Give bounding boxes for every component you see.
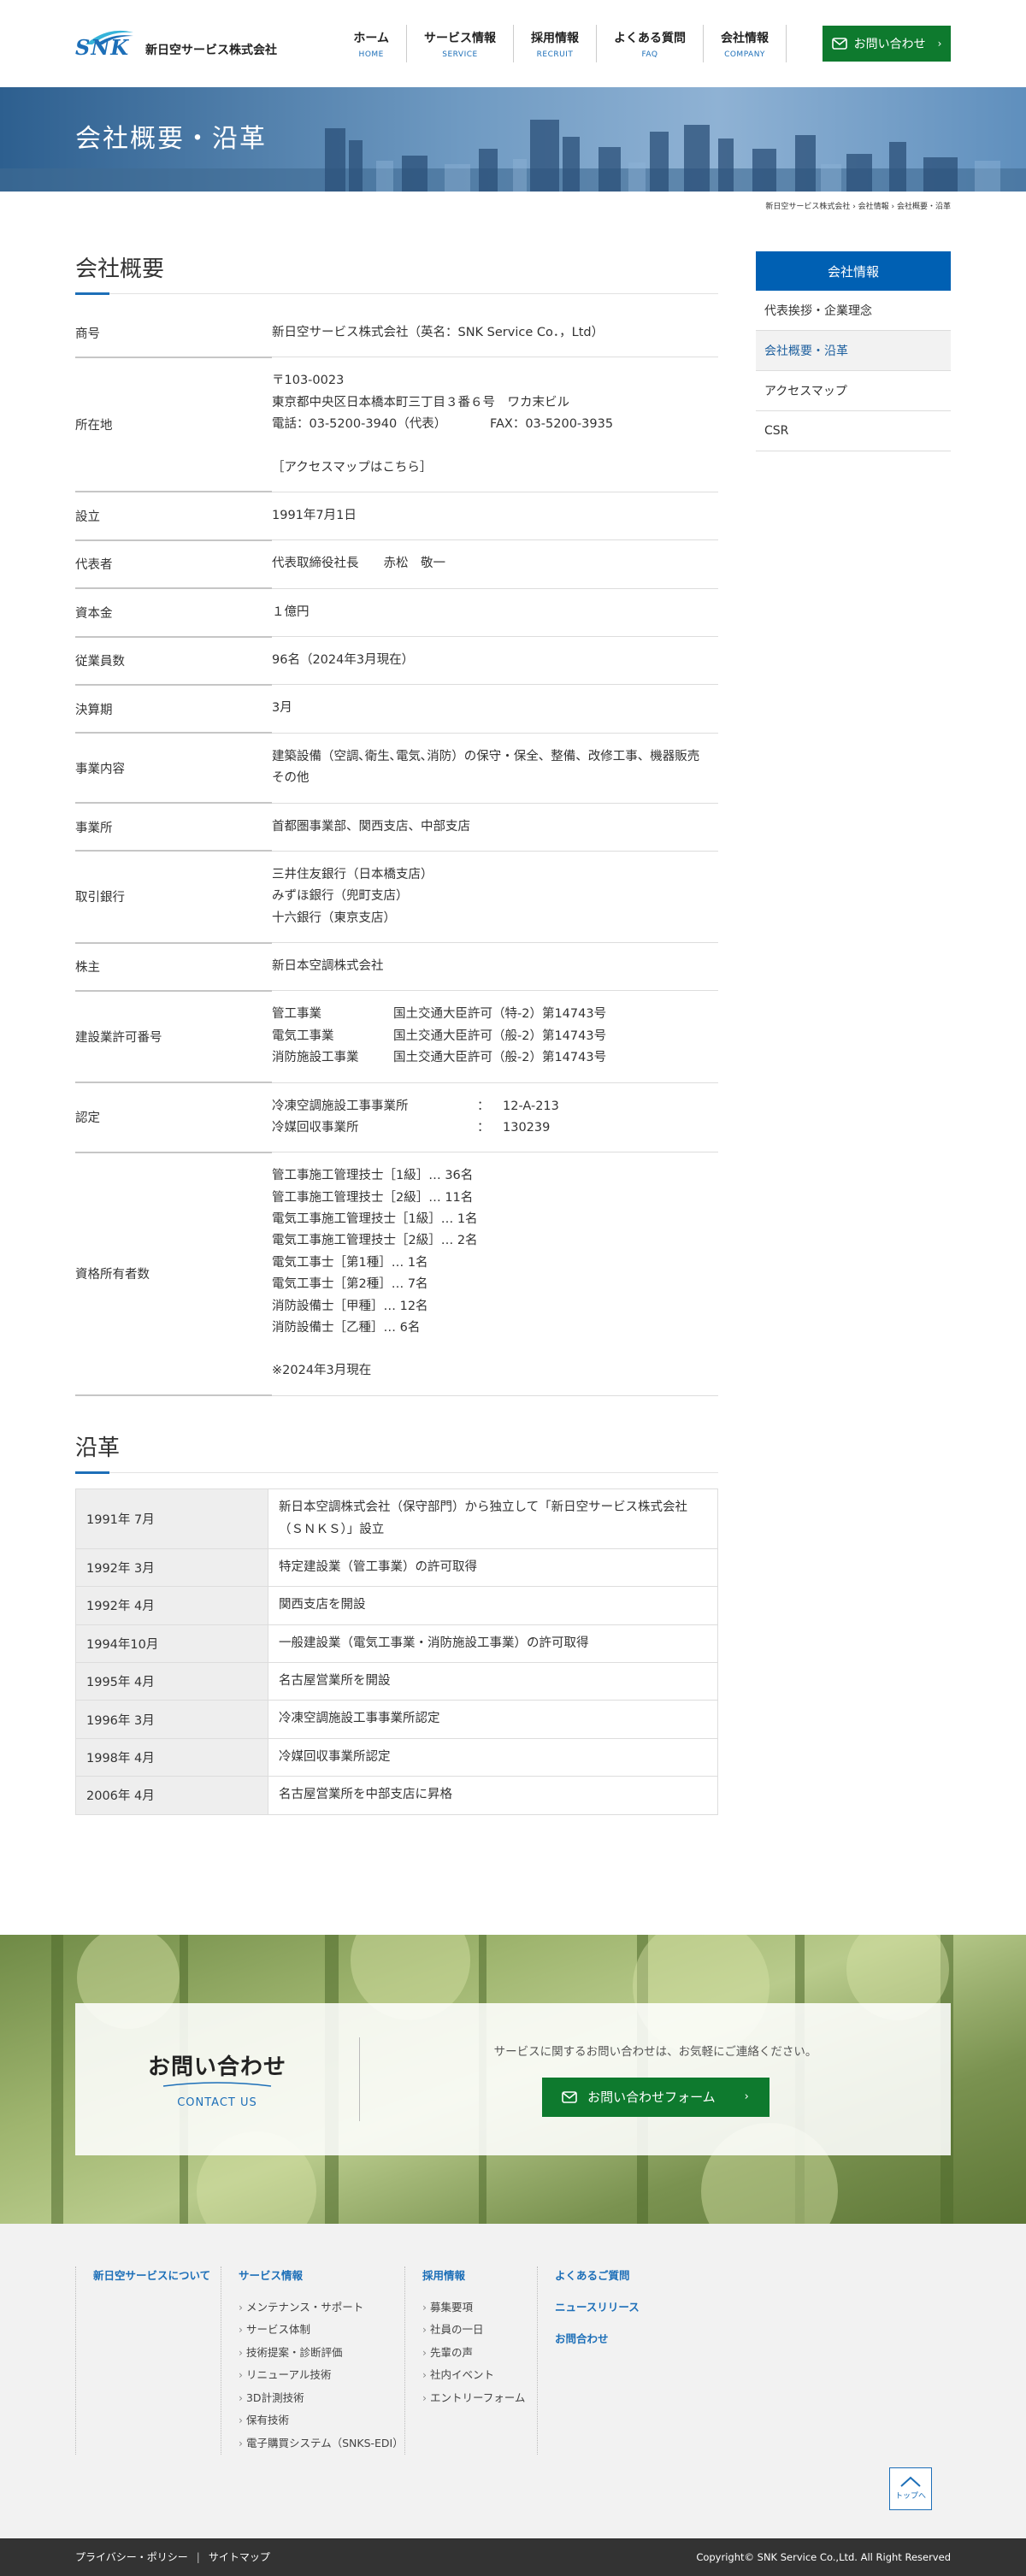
- footer-link[interactable]: 電子購買システム（SNKS-EDI）: [239, 2432, 404, 2455]
- address: 東京都中央区日本橋本町三丁目３番６号 ワカ末ビル: [272, 395, 569, 410]
- contact-form-label: お問い合わせフォーム: [587, 2090, 716, 2105]
- sitemap-link[interactable]: サイトマップ: [209, 2549, 270, 2564]
- contact-form-button[interactable]: お問い合わせフォーム ›: [541, 2077, 770, 2117]
- page-title: 会社概要・沿革: [75, 124, 267, 154]
- table-row: 1996年 3月 冷凍空調施設工事事業所認定: [75, 1700, 718, 1739]
- chevron-right-icon: ›: [937, 38, 942, 50]
- sidebar-item-profile[interactable]: 会社概要・沿革: [756, 331, 951, 371]
- page-top-button[interactable]: トップへ: [889, 2467, 932, 2510]
- contact-title: お問い合わせ: [147, 2054, 286, 2080]
- mail-icon: [562, 2090, 577, 2103]
- history-table: 1991年 7月 新日本空調株式会社（保守部門）から独立して「新日空サービス株式会…: [75, 1488, 718, 1815]
- main-content: 会社概要 商号 新日空サービス株式会社（英名：SNK Service Co．，L…: [75, 251, 718, 1815]
- table-row: 1995年 4月 名古屋営業所を開設: [75, 1661, 718, 1701]
- contact-lead: サービスに関するお問い合わせは、お気軽にご連絡ください。: [493, 2044, 817, 2059]
- footer-nav: 新日空サービスについて サービス情報 メンテナンス・サポート サービス体制 技術…: [75, 2224, 951, 2455]
- postal-code: 〒103-0023: [272, 374, 345, 388]
- contact-box: お問い合わせ CONTACT US サービスに関するお問い合わせは、お気軽にご連…: [75, 2002, 951, 2155]
- chevron-up-icon: [900, 2476, 921, 2487]
- table-row: 建設業許可番号 管工事業 国土交通大臣許可（特-2）第14743号 電気工事業 国土…: [75, 990, 718, 1084]
- footer-bottom-bar: プライバシー・ポリシー | サイトマップ Copyright© SNK Serv…: [0, 2538, 1026, 2576]
- footer-link[interactable]: 先輩の声: [422, 2342, 537, 2365]
- table-row: 資格所有者数 管工事施工管理技士［1級］… 36名 管工事施工管理技士［2級］……: [75, 1152, 718, 1397]
- breadcrumb[interactable]: 新日空サービス株式会社 › 会社情報 › 会社概要・沿革: [75, 192, 951, 215]
- copyright: Copyright© SNK Service Co.,Ltd. All Righ…: [696, 2550, 951, 2563]
- header-contact-button[interactable]: お問い合わせ ›: [823, 26, 951, 62]
- nav-faq[interactable]: よくある質問 FAQ: [597, 25, 704, 62]
- table-row: 所在地 〒103-0023 東京都中央区日本橋本町三丁目３番６号 ワカ末ビル 電…: [75, 357, 718, 493]
- qualification-note: ※2024年3月現在: [272, 1364, 372, 1378]
- table-row: 設立 1991年7月1日: [75, 492, 718, 541]
- table-row: 事業所 首都圏事業部、関西支店、中部支店: [75, 803, 718, 852]
- footer-link[interactable]: 保有技術: [239, 2409, 404, 2432]
- table-row: 商号 新日空サービス株式会社（英名：SNK Service Co．，Ltd）: [75, 309, 718, 358]
- footer-link[interactable]: 3D計測技術: [239, 2387, 404, 2410]
- profile-heading: 会社概要: [75, 251, 718, 295]
- page-hero: 会社概要・沿革: [0, 87, 1026, 192]
- sidebar-item-greeting[interactable]: 代表挨拶・企業理念: [756, 291, 951, 331]
- sidebar-item-csr[interactable]: CSR: [756, 411, 951, 451]
- footer-link-news[interactable]: ニュースリリース: [555, 2298, 648, 2316]
- footer-link-service[interactable]: サービス情報: [239, 2267, 404, 2284]
- history-heading: 沿革: [75, 1430, 718, 1475]
- table-row: 1992年 4月 関西支店を開設: [75, 1586, 718, 1625]
- wave-icon: [162, 2081, 272, 2087]
- logo-text: SNK: [75, 35, 130, 60]
- privacy-policy-link[interactable]: プライバシー・ポリシー: [75, 2549, 188, 2564]
- table-row: 決算期 3月: [75, 684, 718, 734]
- sidebar: 会社情報 代表挨拶・企業理念 会社概要・沿革 アクセスマップ CSR: [756, 251, 951, 1815]
- table-row: 資本金 １億円: [75, 588, 718, 638]
- table-row: 事業内容 建築設備（空調､衛生､電気､消防）の保守・保全、整備、改修工事、機器販…: [75, 733, 718, 804]
- footer-link-recruit[interactable]: 採用情報: [422, 2267, 537, 2284]
- table-row: 代表者 代表取締役社長 赤松 敬一: [75, 539, 718, 590]
- chevron-right-icon: ›: [744, 2090, 749, 2103]
- phone-number: 電話：03-5200-3940（代表）: [272, 417, 440, 432]
- footer-link-contact[interactable]: お問合わせ: [555, 2330, 648, 2348]
- nav-recruit[interactable]: 採用情報 RECRUIT: [514, 25, 597, 62]
- footer-link[interactable]: 社内イベント: [422, 2364, 537, 2387]
- footer-link[interactable]: サービス体制: [239, 2319, 404, 2342]
- footer-link[interactable]: リニューアル技術: [239, 2364, 404, 2387]
- site-footer: 新日空サービスについて サービス情報 メンテナンス・サポート サービス体制 技術…: [0, 2223, 1026, 2538]
- table-row: 1992年 3月 特定建設業（管工事業）の許可取得: [75, 1547, 718, 1588]
- link-separator: |: [196, 2550, 200, 2563]
- table-row: 株主 新日本空調株式会社: [75, 942, 718, 992]
- contact-section: お問い合わせ CONTACT US サービスに関するお問い合わせは、お気軽にご連…: [0, 1934, 1026, 2224]
- footer-link[interactable]: エントリーフォーム: [422, 2387, 537, 2410]
- footer-link[interactable]: メンテナンス・サポート: [239, 2296, 404, 2320]
- company-profile-table: 商号 新日空サービス株式会社（英名：SNK Service Co．，Ltd） 所…: [75, 309, 718, 1397]
- sidebar-title[interactable]: 会社情報: [756, 251, 951, 291]
- table-row: 認定 冷凍空調施設工事事業所： 12-A-213 冷媒回収事業所： 130239: [75, 1082, 718, 1153]
- nav-company[interactable]: 会社情報 COMPANY: [704, 25, 787, 62]
- footer-link-about[interactable]: 新日空サービスについて: [93, 2267, 221, 2284]
- nav-home[interactable]: ホーム HOME: [336, 25, 407, 62]
- footer-link[interactable]: 技術提案・診断評価: [239, 2342, 404, 2365]
- page-top-label: トップへ: [894, 2492, 926, 2501]
- footer-link[interactable]: 社員の一日: [422, 2319, 537, 2342]
- table-row: 1991年 7月 新日本空調株式会社（保守部門）から独立して「新日空サービス株式会…: [75, 1488, 718, 1549]
- fax-number: FAX：03-5200-3935: [489, 417, 614, 432]
- table-row: 取引銀行 三井住友銀行（日本橋支店） みずほ銀行（兜町支店） 十六銀行（東京支店…: [75, 851, 718, 944]
- company-name: 新日空サービス株式会社: [145, 44, 277, 57]
- access-map-link[interactable]: ［アクセスマップはこちら］: [272, 457, 718, 479]
- mail-icon: [831, 38, 847, 50]
- footer-link[interactable]: 募集要項: [422, 2296, 537, 2320]
- table-row: 1998年 4月 冷媒回収事業所認定: [75, 1737, 718, 1777]
- logo[interactable]: SNK 新日空サービス株式会社: [75, 27, 277, 60]
- header-contact-label: お問い合わせ: [853, 38, 926, 51]
- table-row: 2006年 4月 名古屋営業所を中部支店に昇格: [75, 1776, 718, 1815]
- global-nav: ホーム HOME サービス情報 SERVICE 採用情報 RECRUIT よくあ…: [336, 25, 951, 62]
- nav-service[interactable]: サービス情報 SERVICE: [407, 25, 514, 62]
- contact-subtitle: CONTACT US: [177, 2096, 257, 2109]
- table-row: 1994年10月 一般建設業（電気工事業・消防施設工事業）の許可取得: [75, 1624, 718, 1664]
- snk-logo-icon: SNK: [75, 27, 137, 60]
- footer-link-faq[interactable]: よくあるご質問: [555, 2267, 648, 2284]
- table-row: 従業員数 96名（2024年3月現在）: [75, 636, 718, 686]
- sidebar-item-access[interactable]: アクセスマップ: [756, 371, 951, 411]
- site-header: SNK 新日空サービス株式会社 ホーム HOME サービス情報 SERVICE …: [0, 0, 1026, 87]
